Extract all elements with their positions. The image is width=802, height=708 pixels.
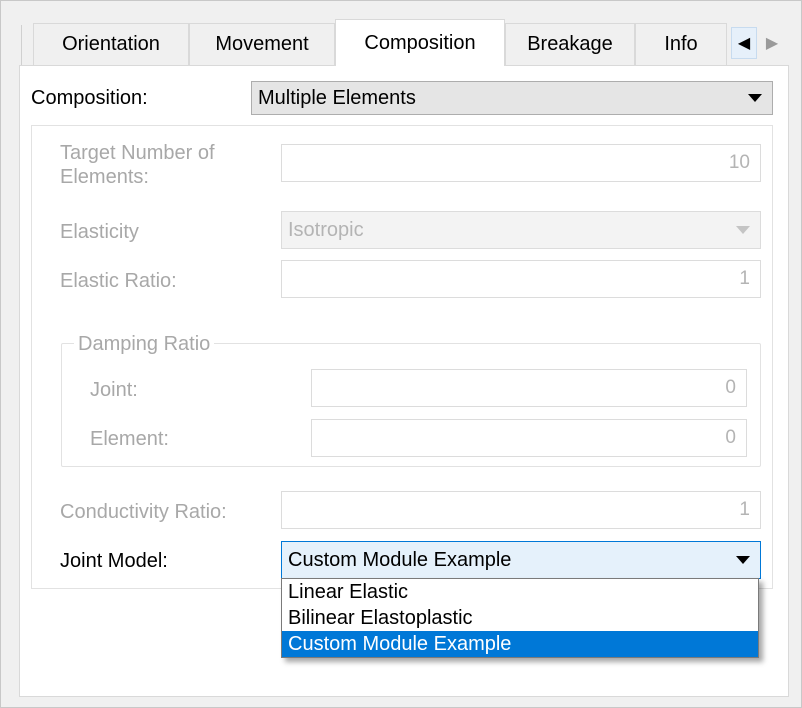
chevron-down-icon (736, 556, 750, 564)
joint-model-dropdown: Linear Elastic Bilinear Elastoplastic Cu… (281, 578, 759, 658)
tab-composition[interactable]: Composition (335, 19, 505, 66)
target-elements-input[interactable]: 10 (281, 144, 761, 182)
elastic-ratio-label: Elastic Ratio: (60, 270, 177, 292)
chevron-down-icon (748, 94, 762, 102)
chevron-down-icon (736, 226, 750, 234)
joint-damping-label: Joint: (90, 379, 138, 401)
elastic-ratio-input[interactable]: 1 (281, 260, 761, 298)
damping-title: Damping Ratio (74, 332, 215, 356)
option-custom-module-example[interactable]: Custom Module Example (282, 631, 758, 657)
composition-label: Composition: (31, 87, 148, 109)
tab-orientation[interactable]: Orientation (33, 23, 189, 65)
composition-value: Multiple Elements (258, 86, 416, 109)
joint-model-select[interactable]: Custom Module Example (281, 541, 761, 579)
elasticity-select[interactable]: Isotropic (281, 211, 761, 249)
joint-model-value: Custom Module Example (288, 548, 512, 571)
option-linear-elastic[interactable]: Linear Elastic (282, 579, 758, 605)
conductivity-input[interactable]: 1 (281, 491, 761, 529)
properties-window: Orientation Movement Composition Breakag… (0, 0, 802, 708)
joint-model-label: Joint Model: (60, 550, 168, 572)
elasticity-label: Elasticity (60, 221, 139, 243)
option-bilinear-elastoplastic[interactable]: Bilinear Elastoplastic (282, 605, 758, 631)
composition-select[interactable]: Multiple Elements (251, 81, 773, 115)
tab-scroll-left-icon[interactable]: ◀ (731, 27, 757, 59)
tab-scroll-right-icon[interactable]: ▶ (759, 27, 785, 59)
target-elements-label: Target Number of Elements: (60, 142, 215, 188)
tab-breakage[interactable]: Breakage (505, 23, 635, 65)
tab-info[interactable]: Info (635, 23, 727, 65)
joint-damping-input[interactable]: 0 (311, 369, 747, 407)
tab-strip-edge (13, 25, 22, 65)
element-damping-input[interactable]: 0 (311, 419, 747, 457)
elasticity-value: Isotropic (288, 218, 364, 241)
tab-movement[interactable]: Movement (189, 23, 335, 65)
conductivity-label: Conductivity Ratio: (60, 501, 227, 523)
element-damping-label: Element: (90, 428, 169, 450)
